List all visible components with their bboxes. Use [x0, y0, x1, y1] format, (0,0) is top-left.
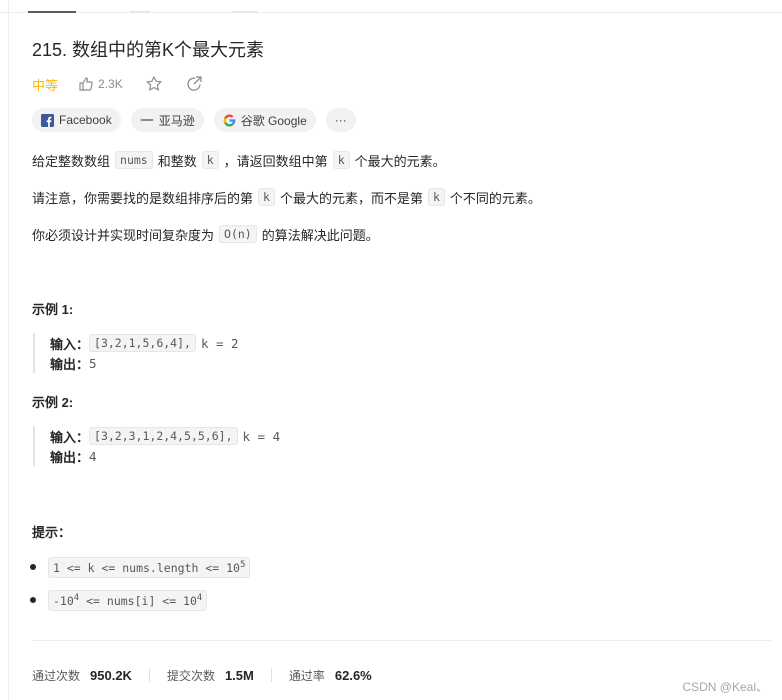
stat-label: 通过率 [288, 668, 325, 683]
description-paragraph-1: 给定整数数组 nums 和整数 k ，请返回数组中第 k 个最大的元素。 [32, 150, 446, 170]
example-output: 输出： 4 [50, 446, 280, 466]
inline-code: O(n) [219, 225, 257, 243]
share-button[interactable] [185, 75, 203, 93]
stat-value: 1.5M [224, 667, 254, 683]
left-border [8, 0, 9, 700]
company-tags: Facebook 亚马逊 谷歌 Google ··· [32, 108, 366, 132]
output-label: 输出： [50, 449, 90, 465]
hint-code: -104 <= nums[i] <= 104 [48, 590, 208, 611]
tag-facebook[interactable]: Facebook [32, 108, 121, 132]
inline-code: [3,2,3,1,2,4,5,5,6], [89, 427, 238, 445]
example-1-block: 输入： [3,2,1,5,6,4], k = 2 输出： 5 [33, 333, 239, 373]
google-icon [223, 114, 236, 127]
text: 给定整数数组 [32, 153, 111, 169]
description-paragraph-2: 请注意，你需要找的是数组排序后的第 k 个最大的元素，而不是第 k 个不同的元素… [32, 187, 541, 207]
hint-text: 1 <= k <= nums.length <= 10 [53, 560, 240, 575]
output-label: 输出： [50, 356, 90, 372]
problem-meta: 中等 2.3K [32, 74, 203, 94]
more-tags-button[interactable]: ··· [325, 108, 356, 132]
example-1-title: 示例 1: [32, 302, 74, 317]
stat-submissions: 提交次数 1.5M [167, 667, 254, 684]
text: 个不同的元素。 [449, 190, 541, 206]
description-paragraph-3: 你必须设计并实现时间复杂度为 O(n) 的算法解决此问题。 [32, 224, 379, 244]
text: 个最大的元素，而不是第 [279, 190, 423, 206]
input-rest: k = 2 [200, 335, 239, 351]
problem-page: 215. 数组中的第K个最大元素 中等 2.3K Facebook 亚马逊 谷歌… [0, 0, 782, 700]
hint-item-2: -104 <= nums[i] <= 104 [30, 590, 208, 611]
hint-item-1: 1 <= k <= nums.length <= 105 [30, 557, 251, 578]
bullet-icon [30, 564, 36, 571]
example-input: 输入： [3,2,1,5,6,4], k = 2 [50, 333, 239, 353]
text: 个最大的元素。 [354, 153, 446, 169]
inline-code: k [258, 188, 275, 206]
top-tab-bar [0, 0, 782, 13]
text: ，请返回数组中第 [223, 153, 328, 169]
facebook-icon [41, 113, 54, 127]
star-icon [146, 76, 162, 91]
bullet-icon [30, 597, 36, 604]
problem-title: 215. 数组中的第K个最大元素 [32, 40, 265, 60]
text: 请注意，你需要找的是数组排序后的第 [32, 190, 254, 206]
favorite-button[interactable] [145, 75, 163, 93]
example-2-title: 示例 2: [32, 395, 74, 410]
example-input: 输入： [3,2,3,1,2,4,5,5,6], k = 4 [50, 426, 280, 446]
input-label: 输入： [50, 336, 90, 352]
input-rest: k = 4 [242, 428, 281, 444]
superscript: 4 [196, 593, 203, 603]
stat-accepted: 通过次数 950.2K [32, 667, 132, 684]
stat-acceptance-rate: 通过率 62.6% [289, 667, 372, 684]
text: 你必须设计并实现时间复杂度为 [32, 227, 215, 243]
hint-text: <= nums[i] <= 10 [79, 593, 197, 608]
text: 和整数 [157, 153, 197, 169]
input-label: 输入： [50, 429, 90, 445]
example-output: 输出： 5 [50, 353, 239, 373]
inline-code: [3,2,1,5,6,4], [89, 334, 196, 352]
csdn-watermark: CSDN @Keal、 [682, 680, 768, 694]
stat-value: 62.6% [334, 667, 372, 683]
tag-label: Facebook [59, 113, 112, 127]
stat-value: 950.2K [90, 667, 132, 683]
like-button[interactable]: 2.3K [78, 76, 123, 92]
tab-indicator [130, 11, 150, 13]
superscript: 5 [239, 560, 246, 570]
hint-code: 1 <= k <= nums.length <= 105 [48, 557, 251, 578]
stats-divider [32, 640, 772, 641]
tag-label: 亚马逊 [158, 113, 195, 128]
like-count: 2.3K [98, 77, 123, 91]
stat-separator [270, 668, 272, 682]
amazon-icon [140, 115, 154, 125]
inline-code: k [427, 188, 445, 206]
difficulty-label: 中等 [32, 77, 59, 93]
tag-amazon[interactable]: 亚马逊 [130, 108, 204, 132]
inline-code: k [201, 151, 219, 169]
text: 的算法解决此问题。 [261, 227, 379, 243]
tab-indicator [232, 11, 258, 13]
active-tab-indicator [28, 11, 76, 13]
tag-google[interactable]: 谷歌 Google [213, 108, 316, 132]
example-2-block: 输入： [3,2,3,1,2,4,5,5,6], k = 4 输出： 4 [33, 426, 280, 466]
tag-label: 谷歌 Google [240, 113, 307, 128]
more-label: ··· [334, 113, 347, 127]
share-icon [187, 76, 202, 91]
submission-stats: 通过次数 950.2K 提交次数 1.5M 通过率 62.6% [32, 665, 372, 685]
thumbs-up-icon [79, 77, 93, 91]
stat-label: 通过次数 [32, 668, 81, 683]
stat-separator [148, 668, 150, 682]
hint-text: -10 [53, 593, 74, 608]
inline-code: nums [115, 151, 153, 169]
output-value: 4 [89, 448, 97, 464]
stat-label: 提交次数 [166, 668, 215, 683]
inline-code: k [332, 151, 350, 169]
hints-title: 提示： [32, 525, 72, 540]
output-value: 5 [89, 355, 97, 371]
